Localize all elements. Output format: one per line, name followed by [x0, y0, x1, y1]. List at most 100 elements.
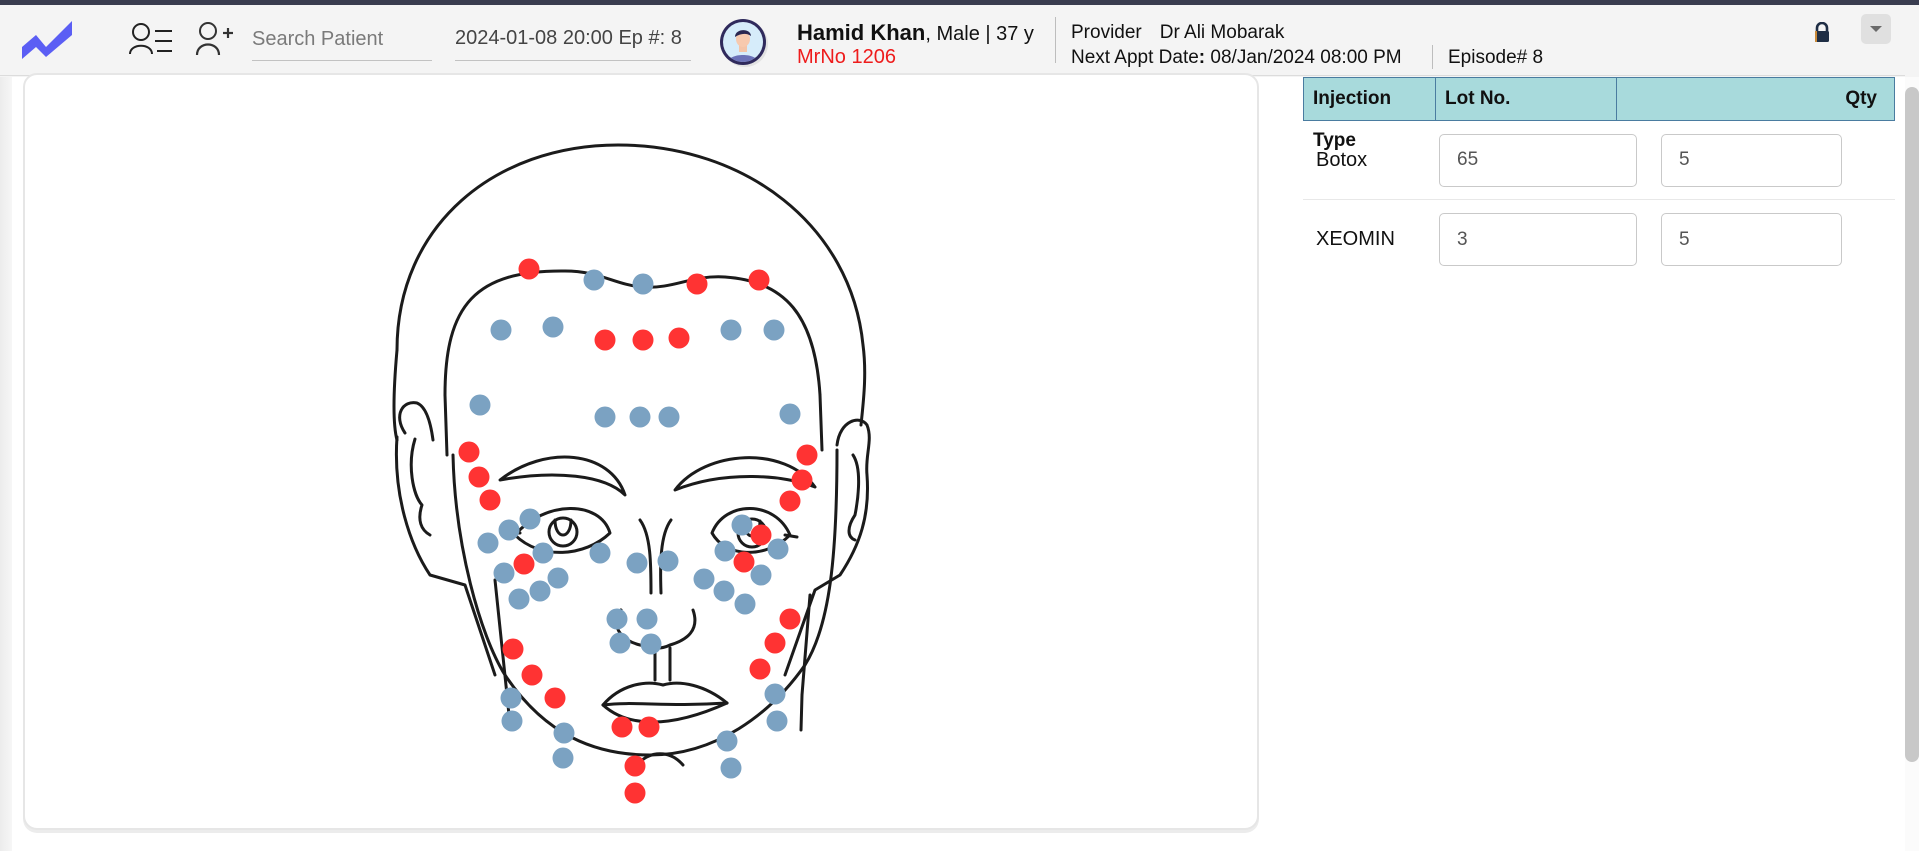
injection-site-blue[interactable] [658, 406, 680, 428]
injection-site-red[interactable] [796, 444, 818, 466]
lot-no-input[interactable] [1439, 133, 1637, 187]
patient-avatar[interactable] [719, 18, 769, 68]
injection-site-blue[interactable] [720, 319, 742, 341]
qty-input[interactable] [1661, 213, 1842, 266]
injection-type: Botox [1316, 148, 1368, 171]
injection-site-blue[interactable] [720, 757, 742, 779]
injection-site-blue[interactable] [589, 542, 611, 564]
face-chart-card [23, 73, 1259, 830]
injection-site-red[interactable] [632, 329, 654, 351]
injection-site-red[interactable] [513, 553, 535, 575]
injection-site-red[interactable] [748, 269, 770, 291]
injection-site-blue[interactable] [606, 608, 628, 630]
injection-site-blue[interactable] [469, 394, 491, 416]
injection-site-blue[interactable] [477, 532, 499, 554]
injection-site-blue[interactable] [490, 319, 512, 341]
injection-site-red[interactable] [686, 273, 708, 295]
header-dropdown-button[interactable] [1861, 14, 1891, 44]
injection-site-blue[interactable] [657, 550, 679, 572]
next-appt-value: 08/Jan/2024 08:00 PM [1205, 47, 1402, 68]
lock-icon[interactable] [1813, 22, 1831, 44]
injection-site-red[interactable] [750, 524, 772, 546]
injection-site-red[interactable] [479, 489, 501, 511]
injection-site-blue[interactable] [583, 269, 605, 291]
column-header-injection-type: Injection Type [1304, 78, 1436, 151]
injection-site-blue[interactable] [779, 403, 801, 425]
injection-site-red[interactable] [791, 469, 813, 491]
injection-site-blue[interactable] [626, 552, 648, 574]
injection-site-blue[interactable] [750, 564, 772, 586]
search-patient-input[interactable] [252, 19, 432, 61]
injection-site-red[interactable] [624, 755, 646, 777]
injection-site-blue[interactable] [493, 562, 515, 584]
scrollbar-thumb[interactable] [1905, 87, 1919, 762]
injection-site-red[interactable] [518, 258, 540, 280]
injection-site-blue[interactable] [547, 567, 569, 589]
column-header-qty: Qty [1845, 88, 1877, 109]
add-patient-icon[interactable] [194, 21, 240, 57]
lot-no-input[interactable] [1439, 213, 1637, 266]
injection-site-blue[interactable] [716, 730, 738, 752]
injection-site-blue[interactable] [766, 710, 788, 732]
injection-site-blue[interactable] [542, 316, 564, 338]
injection-site-red[interactable] [733, 551, 755, 573]
injection-type: XEOMIN [1316, 228, 1395, 250]
injection-site-red[interactable] [749, 658, 771, 680]
app-header: 2024-01-08 20:00 Ep #: 8 Hamid Khan, Mal… [0, 5, 1905, 76]
table-header: Injection Type Lot No. Qty [1303, 77, 1895, 151]
injection-site-red[interactable] [521, 664, 543, 686]
divider [1055, 17, 1056, 63]
table-row: Botox [1303, 121, 1895, 200]
injection-site-blue[interactable] [731, 514, 753, 536]
patient-name-line: Hamid Khan, Male | 37 y [797, 20, 1034, 46]
episode-number: Episode# 8 [1448, 47, 1544, 68]
visit-episode-field[interactable]: 2024-01-08 20:00 Ep #: 8 [455, 19, 691, 61]
injection-site-red[interactable] [624, 782, 646, 804]
injection-table: Injection Type Lot No. Qty Botox XEOMIN [1303, 77, 1895, 279]
next-appt-label: Next Appt Date [1071, 47, 1199, 68]
injection-site-red[interactable] [544, 687, 566, 709]
injection-site-blue[interactable] [508, 588, 530, 610]
injection-site-blue[interactable] [501, 710, 523, 732]
injection-site-blue[interactable] [532, 542, 554, 564]
injection-site-blue[interactable] [594, 406, 616, 428]
injection-site-blue[interactable] [767, 538, 789, 560]
injection-site-red[interactable] [468, 466, 490, 488]
injection-site-blue[interactable] [734, 593, 756, 615]
injection-site-blue[interactable] [529, 580, 551, 602]
injection-site-blue[interactable] [713, 580, 735, 602]
injection-site-red[interactable] [668, 327, 690, 349]
app-logo-icon[interactable] [20, 17, 76, 61]
injection-site-red[interactable] [638, 716, 660, 738]
injection-site-red[interactable] [458, 441, 480, 463]
injection-site-red[interactable] [764, 632, 786, 654]
provider-label: Provider [1071, 22, 1142, 43]
next-appointment-line: Next Appt Date: 08/Jan/2024 08:00 PM [1071, 47, 1402, 69]
patient-list-icon[interactable] [128, 21, 174, 57]
injection-site-red[interactable] [611, 716, 633, 738]
injection-site-blue[interactable] [609, 632, 631, 654]
injection-site-blue[interactable] [553, 722, 575, 744]
injection-site-blue[interactable] [498, 519, 520, 541]
main-content: Injection Type Lot No. Qty Botox XEOMIN [12, 73, 1905, 851]
patient-name[interactable]: Hamid Khan [797, 20, 925, 45]
patient-gender-age: , Male | 37 y [925, 23, 1034, 45]
injection-site-blue[interactable] [519, 508, 541, 530]
injection-site-red[interactable] [779, 608, 801, 630]
injection-site-red[interactable] [594, 329, 616, 351]
injection-site-blue[interactable] [552, 747, 574, 769]
injection-site-blue[interactable] [632, 273, 654, 295]
injection-site-blue[interactable] [714, 540, 736, 562]
face-diagram[interactable] [25, 75, 1261, 832]
injection-site-red[interactable] [779, 490, 801, 512]
injection-site-blue[interactable] [629, 406, 651, 428]
provider-name: Dr Ali Mobarak [1159, 22, 1285, 43]
injection-site-blue[interactable] [636, 608, 658, 630]
qty-input[interactable] [1661, 133, 1842, 187]
injection-site-blue[interactable] [500, 687, 522, 709]
injection-site-blue[interactable] [763, 319, 785, 341]
injection-site-red[interactable] [502, 638, 524, 660]
injection-site-blue[interactable] [764, 683, 786, 705]
injection-site-blue[interactable] [693, 568, 715, 590]
injection-site-blue[interactable] [640, 633, 662, 655]
